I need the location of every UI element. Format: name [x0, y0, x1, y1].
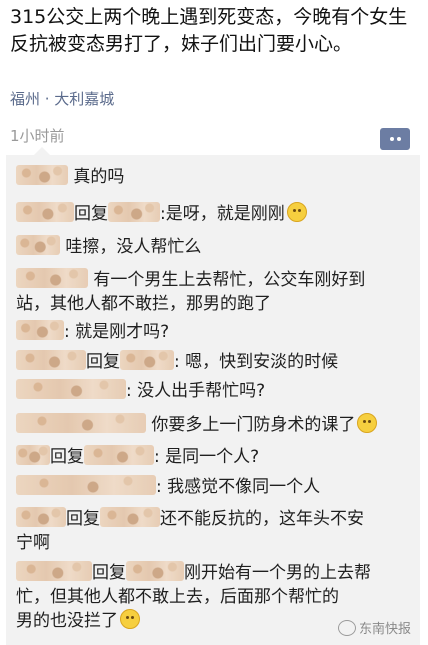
post-location[interactable]: 福州 · 大利嘉城	[10, 88, 114, 109]
comments-panel: 真的吗 回复 :是呀，就是刚刚 哇擦，没人帮忙么 有一个男生上去帮忙，公交车刚好到…	[6, 147, 420, 645]
blurred-username	[108, 202, 160, 222]
blurred-username	[16, 413, 146, 433]
comment-item[interactable]: 哇擦，没人帮忙么	[16, 235, 414, 260]
comment-text: 有一个男生上去帮忙，公交车刚好到	[93, 270, 366, 290]
watermark: 东南快报	[338, 618, 411, 637]
blurred-username	[16, 379, 126, 399]
reply-label: 回复	[74, 204, 108, 224]
reply-label: 回复	[86, 352, 120, 372]
comment-item[interactable]: 回复 :是呀，就是刚刚	[16, 202, 414, 227]
blurred-username	[84, 445, 154, 465]
watermark-text: 东南快报	[359, 622, 412, 637]
blurred-username	[16, 561, 92, 581]
comment-text: :是呀，就是刚刚	[160, 204, 285, 224]
comment-text: 宁啊	[16, 533, 50, 553]
blurred-username	[120, 350, 174, 370]
comment-text: : 就是刚才吗?	[64, 322, 170, 342]
comment-text: 忙，但其他人都不敢上去，后面那个帮忙的	[16, 587, 339, 607]
post-text: 315公交上两个晚上遇到死变态，今晚有个女生反抗被变态男打了，妹子们出门要小心。	[10, 6, 408, 55]
blurred-username	[16, 165, 68, 185]
blurred-username	[16, 507, 66, 527]
comment-item[interactable]: : 我感觉不像同一个人	[16, 475, 414, 500]
comment-item[interactable]: : 没人出手帮忙吗?	[16, 379, 414, 404]
comment-item[interactable]: 回复 刚开始有一个男的上去帮	[16, 561, 414, 586]
blurred-username	[16, 350, 86, 370]
blurred-username	[16, 202, 74, 222]
comment-item[interactable]: : 就是刚才吗?	[16, 320, 414, 345]
reply-label: 回复	[92, 563, 126, 583]
wechat-icon	[338, 619, 356, 636]
comment-text: 刚开始有一个男的上去帮	[184, 563, 371, 583]
comment-text: 哇擦，没人帮忙么	[65, 237, 202, 257]
more-options-button[interactable]	[380, 128, 410, 150]
comment-text: : 没人出手帮忙吗?	[126, 381, 266, 401]
blurred-username	[16, 445, 50, 465]
blurred-username	[126, 561, 184, 581]
comment-item[interactable]: 你要多上一门防身术的课了	[16, 413, 414, 438]
comment-text: 你要多上一门防身术的课了	[151, 415, 356, 435]
reply-label: 回复	[50, 447, 84, 467]
emoji-icon	[120, 609, 140, 629]
comment-item[interactable]: 有一个男生上去帮忙，公交车刚好到	[16, 268, 414, 293]
reply-label: 回复	[66, 509, 100, 529]
blurred-username	[16, 475, 156, 495]
blurred-username	[16, 320, 64, 340]
emoji-icon	[357, 413, 378, 433]
comment-text: 还不能反抗的，这年头不安	[160, 509, 364, 529]
comment-text: 男的也没拦了	[16, 611, 118, 631]
blurred-username	[16, 235, 60, 255]
more-dots-icon	[389, 137, 401, 141]
comment-item[interactable]: 回复 : 嗯，快到安淡的时候	[16, 350, 414, 375]
blurred-username	[16, 268, 88, 288]
comment-text: : 嗯，快到安淡的时候	[174, 352, 339, 372]
comment-text: : 我感觉不像同一个人	[156, 477, 321, 497]
comment-item[interactable]: 真的吗	[16, 165, 414, 190]
blurred-username	[100, 507, 160, 527]
comment-text: 真的吗	[73, 167, 125, 187]
post-time: 1小时前	[10, 127, 65, 145]
comment-text: 站，其他人都不敢拦，那男的跑了	[16, 294, 271, 314]
comment-text: : 是同一个人?	[154, 447, 260, 467]
emoji-icon	[286, 202, 307, 222]
comment-item[interactable]: 回复 : 是同一个人?	[16, 445, 414, 470]
comment-item[interactable]: 回复 还不能反抗的，这年头不安	[16, 507, 414, 532]
